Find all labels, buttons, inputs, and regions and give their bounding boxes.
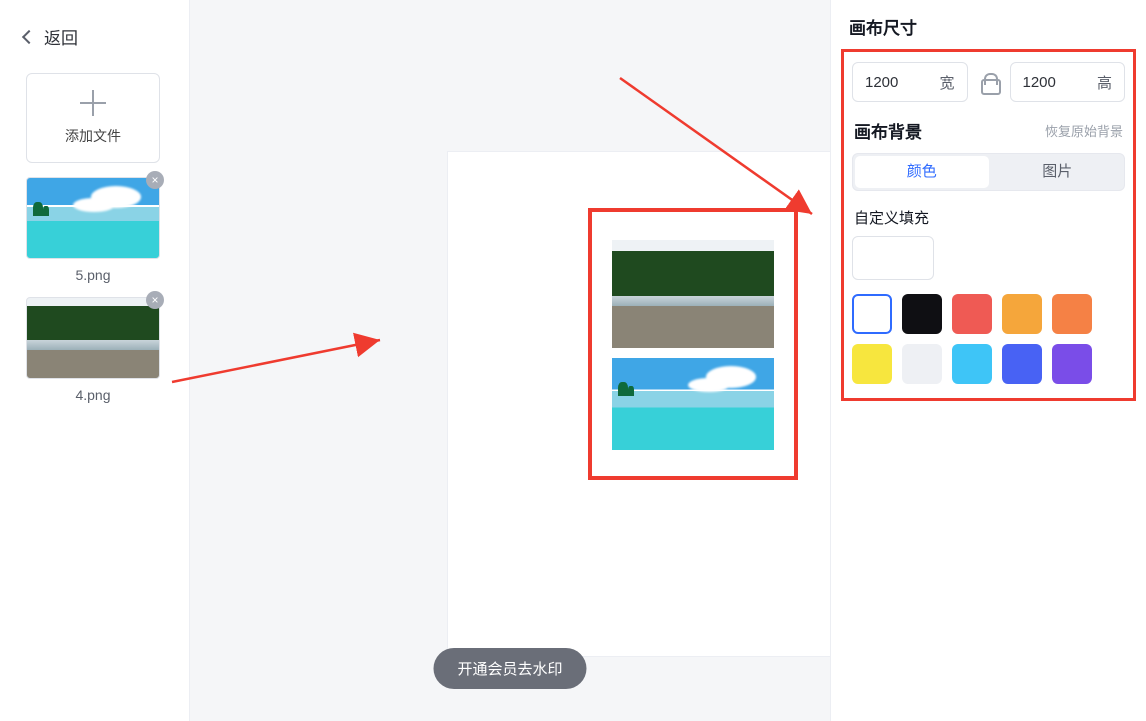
height-input[interactable] — [1023, 74, 1079, 91]
color-swatch[interactable] — [952, 294, 992, 334]
file-name: 4.png — [26, 387, 160, 403]
color-swatch[interactable] — [1002, 294, 1042, 334]
plus-icon — [80, 90, 106, 116]
add-file-label: 添加文件 — [65, 126, 121, 146]
bg-mode-segment: 颜色 图片 — [852, 153, 1125, 191]
height-unit: 高 — [1097, 72, 1112, 93]
tab-color[interactable]: 颜色 — [855, 156, 989, 188]
chevron-left-icon — [22, 29, 36, 43]
file-thumb-2[interactable]: × — [26, 297, 160, 379]
width-input[interactable] — [865, 74, 921, 91]
canvas-bg-title: 画布背景 — [854, 118, 922, 143]
close-icon[interactable]: × — [146, 171, 164, 189]
dimension-row: 宽 高 — [852, 62, 1125, 102]
color-swatch[interactable] — [1052, 294, 1092, 334]
close-icon[interactable]: × — [146, 291, 164, 309]
color-swatch[interactable] — [902, 344, 942, 384]
lock-aspect-icon[interactable] — [978, 71, 1000, 93]
color-swatches — [852, 294, 1125, 384]
file-thumb-1[interactable]: × — [26, 177, 160, 259]
color-swatch[interactable] — [1052, 344, 1092, 384]
add-file-button[interactable]: 添加文件 — [26, 73, 160, 163]
sidebar: 返回 添加文件 × 5.png × 4.png — [0, 0, 190, 721]
reset-bg-button[interactable]: 恢复原始背景 — [1045, 121, 1123, 140]
width-field[interactable]: 宽 — [852, 62, 968, 102]
thumbnail-image[interactable] — [26, 297, 160, 379]
tab-image[interactable]: 图片 — [991, 154, 1125, 190]
canvas-size-title: 画布尺寸 — [845, 0, 1132, 49]
color-swatch[interactable] — [902, 294, 942, 334]
height-field[interactable]: 高 — [1010, 62, 1126, 102]
color-swatch[interactable] — [852, 294, 892, 334]
width-unit: 宽 — [939, 72, 954, 93]
remove-watermark-button[interactable]: 开通会员去水印 — [433, 648, 586, 689]
canvas-stage: 开通会员去水印 — [190, 0, 830, 721]
panel-highlight: 宽 高 画布背景 恢复原始背景 颜色 图片 自定义填充 — [841, 49, 1136, 401]
color-swatch[interactable] — [952, 344, 992, 384]
custom-color-picker[interactable] — [852, 236, 934, 280]
canvas-image-forest[interactable] — [612, 240, 774, 348]
selection-highlight — [588, 208, 798, 480]
canvas-image-beach[interactable] — [612, 358, 774, 450]
thumbnail-image[interactable] — [26, 177, 160, 259]
color-swatch[interactable] — [852, 344, 892, 384]
color-swatch[interactable] — [1002, 344, 1042, 384]
file-name: 5.png — [26, 267, 160, 283]
back-button[interactable]: 返回 — [0, 10, 189, 63]
custom-fill-label: 自定义填充 — [854, 207, 1123, 228]
back-label: 返回 — [44, 24, 78, 49]
properties-panel: 画布尺寸 宽 高 画布背景 恢复原始背景 颜色 图片 自定义填充 — [830, 0, 1146, 721]
